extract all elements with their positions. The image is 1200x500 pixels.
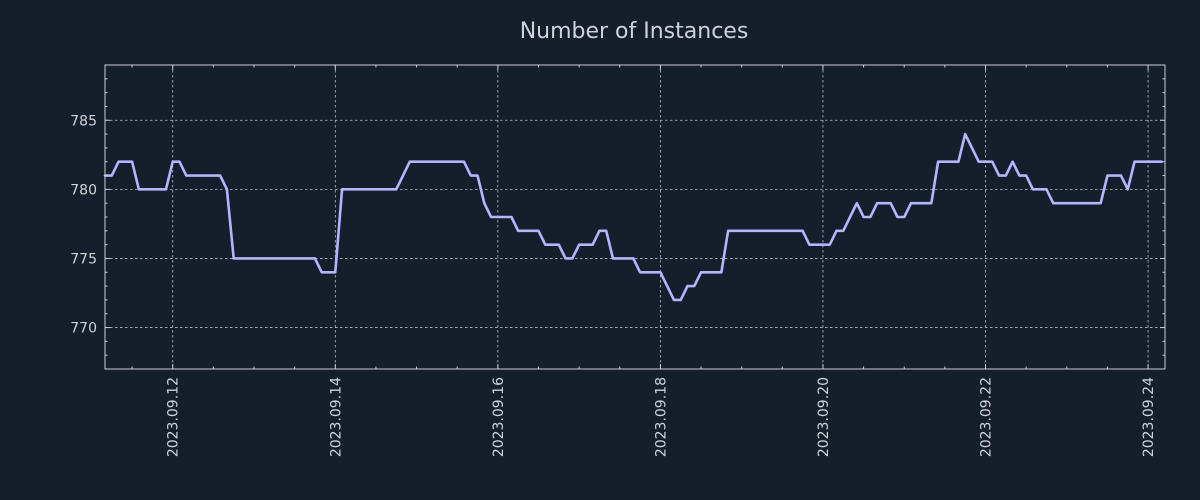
chart-title: Number of Instances xyxy=(520,19,749,44)
x-tick-label: 2023.09.18 xyxy=(653,377,669,457)
x-tick-label: 2023.09.14 xyxy=(328,377,344,457)
y-axis: 770 775 780 785 xyxy=(70,64,1165,370)
x-tick-label: 2023.09.24 xyxy=(1141,377,1157,457)
x-tick-label: 2023.09.16 xyxy=(491,377,507,457)
x-tick-label: 2023.09.12 xyxy=(166,377,182,457)
plot-frame xyxy=(104,64,1166,370)
x-tick-label: 2023.09.22 xyxy=(979,377,995,457)
line-chart: Number of Instances 770 775 780 785 2023.09… xyxy=(70,19,1166,457)
x-tick-label: 2023.09.20 xyxy=(816,377,832,457)
y-tick-label: 770 xyxy=(70,321,97,337)
y-tick-label: 780 xyxy=(70,182,97,198)
x-axis: 2023.09.12 2023.09.14 2023.09.16 2023.09.18… xyxy=(131,65,1157,457)
series-line xyxy=(103,132,1163,302)
series-layer xyxy=(103,132,1163,302)
y-tick-label: 785 xyxy=(70,113,97,129)
grid-lines xyxy=(105,65,1165,369)
y-tick-label: 775 xyxy=(70,251,97,267)
